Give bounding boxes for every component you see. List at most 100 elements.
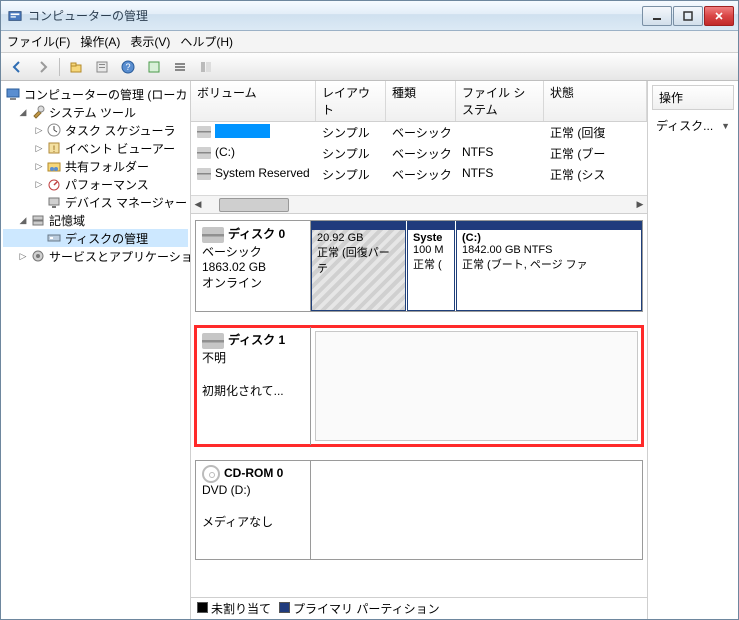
menu-view[interactable]: 表示(V) (130, 33, 170, 50)
close-button[interactable] (704, 6, 734, 26)
minimize-button[interactable] (642, 6, 672, 26)
disk-diagram-area: ディスク 0 ベーシック 1863.02 GB オンライン 20.92 GB 正… (191, 214, 647, 597)
expander-icon[interactable]: ▷ (33, 179, 45, 190)
maximize-button[interactable] (673, 6, 703, 26)
disk-kind: ベーシック (202, 243, 304, 260)
expander-icon[interactable]: ▷ (33, 125, 45, 136)
volume-icon (197, 147, 211, 159)
volume-hscrollbar[interactable]: ◀ ▶ (191, 195, 647, 213)
cell (456, 122, 544, 143)
legend-primary: プライマリ パーティション (279, 600, 440, 617)
volume-table-header: ボリューム レイアウト 種類 ファイル システム 状態 (191, 81, 647, 122)
uninitialized-space[interactable] (315, 331, 638, 441)
tree-event-viewer[interactable]: ▷ ! イベント ビューアー (3, 139, 188, 157)
col-type[interactable]: 種類 (386, 81, 456, 121)
scroll-right-icon[interactable]: ▶ (633, 198, 647, 212)
partition-header (408, 222, 454, 230)
partition-size: 1842.00 GB NTFS (462, 244, 636, 256)
detail-view-button[interactable] (194, 56, 218, 78)
partition-size: 100 M (413, 244, 449, 256)
storage-icon (30, 212, 46, 228)
cdrom-block[interactable]: CD-ROM 0 DVD (D:) メディアなし (195, 460, 643, 560)
tree-label: 共有フォルダー (65, 158, 149, 175)
menu-file[interactable]: ファイル(F) (7, 33, 70, 50)
titlebar: コンピューターの管理 (1, 1, 738, 31)
cdrom-partitions (311, 461, 642, 559)
tree-task-scheduler[interactable]: ▷ タスク スケジューラ (3, 121, 188, 139)
chevron-down-icon: ▼ (721, 121, 730, 131)
volume-row[interactable]: System Reserved シンプル ベーシック NTFS 正常 (シス (191, 164, 647, 185)
partition[interactable]: (C:) 1842.00 GB NTFS 正常 (ブート, ページ ファ (456, 221, 642, 311)
cell: シンプル (316, 164, 386, 185)
partition[interactable]: Syste 100 M 正常 ( (407, 221, 455, 311)
forward-button[interactable] (31, 56, 55, 78)
partition-name: Syste (413, 232, 449, 244)
tree-services[interactable]: ▷ サービスとアプリケーショ (3, 247, 188, 265)
expander-icon[interactable]: ▷ (17, 251, 29, 262)
scroll-thumb[interactable] (219, 198, 289, 212)
partition-header (312, 222, 405, 230)
disk-name: ディスク 1 (228, 333, 285, 347)
window-title: コンピューターの管理 (28, 7, 642, 24)
expander-icon[interactable]: ▷ (33, 161, 45, 172)
col-volume[interactable]: ボリューム (191, 81, 316, 121)
partition-status: 正常 (ブート, ページ ファ (462, 256, 636, 272)
cdrom-label: CD-ROM 0 DVD (D:) メディアなし (196, 461, 311, 559)
cell: シンプル (316, 122, 386, 143)
tree-label: サービスとアプリケーショ (49, 248, 191, 265)
tree-pane: コンピューターの管理 (ローカ ◢ システム ツール ▷ タスク スケジューラ … (1, 81, 191, 619)
tree-shared-folders[interactable]: ▷ 共有フォルダー (3, 157, 188, 175)
disk-state: メディアなし (202, 513, 304, 530)
partition-name: (C:) (462, 232, 636, 244)
disk-0-block[interactable]: ディスク 0 ベーシック 1863.02 GB オンライン 20.92 GB 正… (195, 220, 643, 312)
volume-row[interactable]: (C:) シンプル ベーシック NTFS 正常 (ブー (191, 143, 647, 164)
disk-mgmt-icon (46, 230, 62, 246)
partition[interactable]: 20.92 GB 正常 (回復パーテ (311, 221, 406, 311)
menu-action[interactable]: 操作(A) (80, 33, 120, 50)
tree-storage[interactable]: ◢ 記憶域 (3, 211, 188, 229)
col-layout[interactable]: レイアウト (316, 81, 386, 121)
volume-table: ボリューム レイアウト 種類 ファイル システム 状態 . シンプル ベーシック… (191, 81, 647, 214)
tree-disk-management[interactable]: ディスクの管理 (3, 229, 188, 247)
disk-size: 1863.02 GB (202, 260, 304, 274)
app-icon (7, 8, 23, 24)
svg-text:?: ? (125, 62, 130, 72)
computer-icon (5, 86, 21, 102)
svg-text:!: ! (53, 144, 56, 154)
back-button[interactable] (5, 56, 29, 78)
tree-system-tools[interactable]: ◢ システム ツール (3, 103, 188, 121)
scroll-left-icon[interactable]: ◀ (191, 198, 205, 212)
actions-item-disk[interactable]: ディスク... ▼ (652, 114, 734, 137)
up-button[interactable] (64, 56, 88, 78)
cell: ベーシック (386, 143, 456, 164)
expander-icon[interactable]: ◢ (17, 215, 29, 226)
tree-root[interactable]: コンピューターの管理 (ローカ (3, 85, 188, 103)
disk-state: 初期化されて... (202, 382, 304, 399)
menu-help[interactable]: ヘルプ(H) (180, 33, 233, 50)
shared-folder-icon (46, 158, 62, 174)
refresh-button[interactable] (142, 56, 166, 78)
disk-1-block[interactable]: ディスク 1 不明 初期化されて... (195, 326, 643, 446)
col-status[interactable]: 状態 (544, 81, 647, 121)
expander-icon[interactable]: ◢ (17, 107, 29, 118)
cell: ベーシック (386, 122, 456, 143)
disk-name: CD-ROM 0 (224, 466, 283, 480)
expander-icon[interactable]: ▷ (33, 143, 45, 154)
device-icon (46, 194, 62, 210)
tree-device-manager[interactable]: デバイス マネージャー (3, 193, 188, 211)
cell: (C:) (215, 145, 235, 159)
disk-0-label: ディスク 0 ベーシック 1863.02 GB オンライン (196, 221, 311, 311)
toolbar-divider (59, 58, 60, 76)
cell: 正常 (シス (544, 164, 647, 185)
col-filesystem[interactable]: ファイル システム (456, 81, 544, 121)
properties-button[interactable] (90, 56, 114, 78)
help-button[interactable]: ? (116, 56, 140, 78)
list-view-button[interactable] (168, 56, 192, 78)
tree-label: タスク スケジューラ (65, 122, 176, 139)
clock-icon (46, 122, 62, 138)
volume-row[interactable]: . シンプル ベーシック 正常 (回復 (191, 122, 647, 143)
cell: System Reserved (215, 166, 310, 180)
tree-performance[interactable]: ▷ パフォーマンス (3, 175, 188, 193)
main-content: コンピューターの管理 (ローカ ◢ システム ツール ▷ タスク スケジューラ … (1, 81, 738, 619)
tree-label: 記憶域 (49, 212, 85, 229)
